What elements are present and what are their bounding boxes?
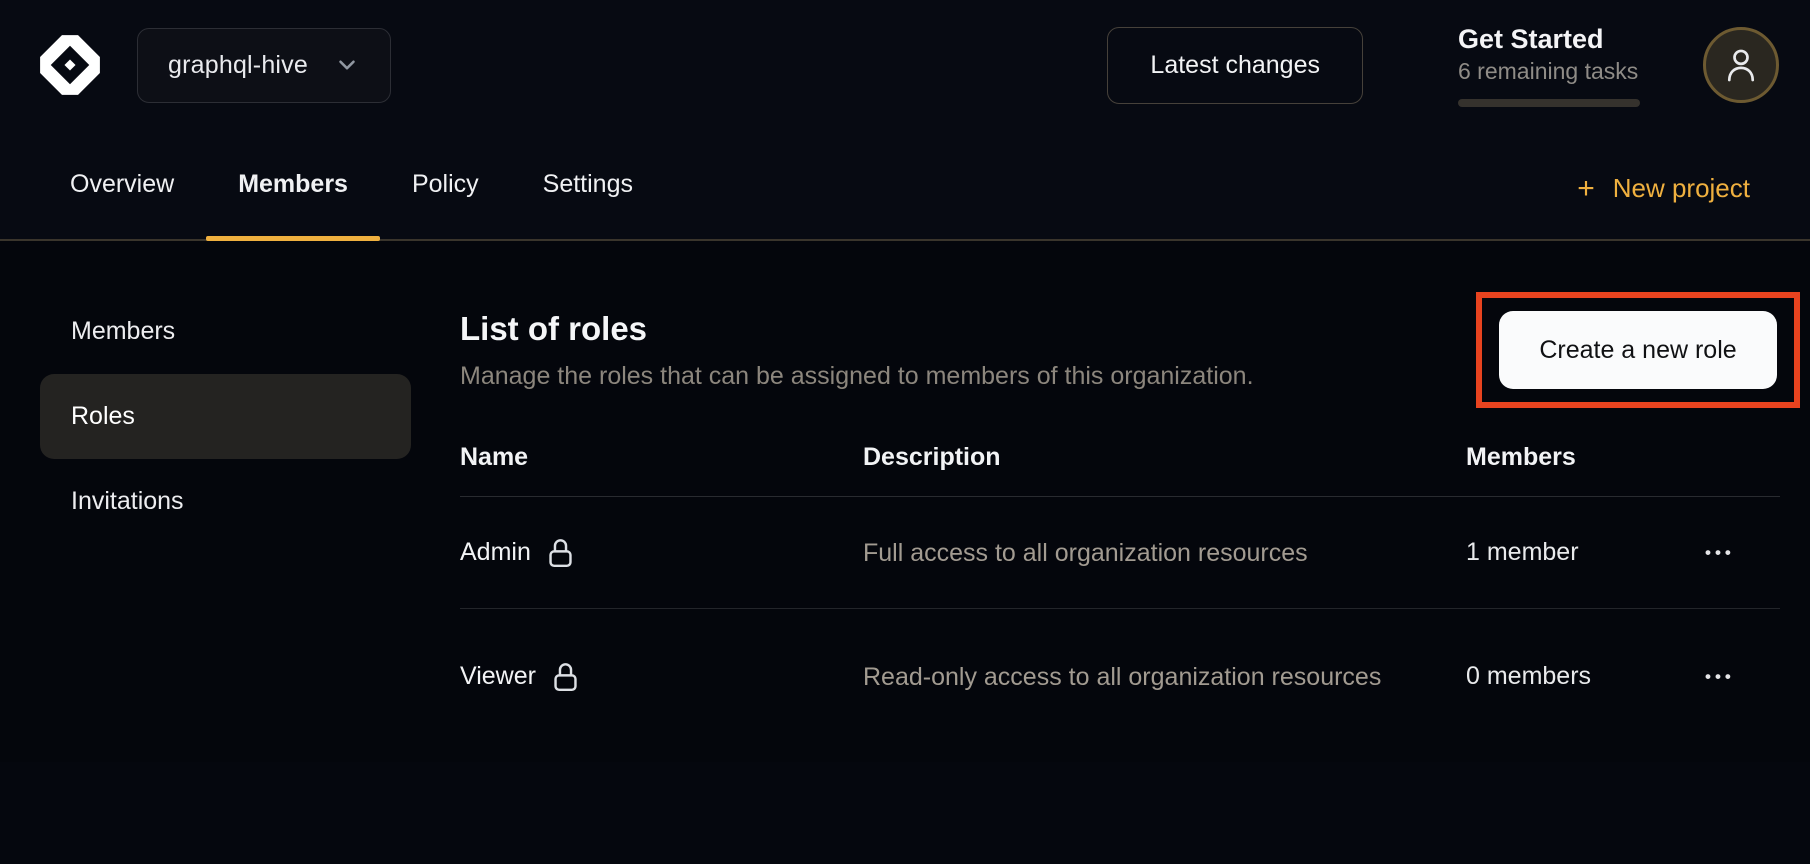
get-started-remaining-tasks: 6 remaining tasks: [1458, 57, 1640, 85]
get-started-title: Get Started: [1458, 23, 1640, 55]
page: graphql-hive Latest changes Get Started …: [0, 0, 1810, 864]
org-tab-bar: Overview Members Policy Settings + New p…: [0, 130, 1810, 241]
row-menu-button[interactable]: •••: [1703, 662, 1737, 691]
tab-policy[interactable]: Policy: [380, 130, 511, 239]
person-icon: [1722, 46, 1760, 84]
top-bar: graphql-hive Latest changes Get Started …: [0, 0, 1810, 130]
plus-icon: +: [1577, 174, 1595, 204]
role-description: Read-only access to all organization res…: [863, 661, 1466, 693]
lock-icon: [547, 537, 574, 568]
organization-name: graphql-hive: [168, 51, 308, 80]
sidebar-item-invitations[interactable]: Invitations: [40, 459, 411, 544]
table-row-viewer: Viewer Read-only access to all organizat…: [460, 609, 1780, 744]
role-members-count: 1 member: [1466, 538, 1703, 567]
role-name: Admin: [460, 538, 531, 567]
chevron-down-icon: [334, 52, 360, 78]
tabs: Overview Members Policy Settings: [38, 130, 665, 239]
sidebar-item-roles[interactable]: Roles: [40, 374, 411, 459]
tab-members[interactable]: Members: [206, 130, 380, 239]
sidebar-item-members[interactable]: Members: [40, 289, 411, 374]
table-row-admin: Admin Full access to all organization re…: [460, 497, 1780, 609]
row-menu-button[interactable]: •••: [1703, 538, 1737, 567]
new-project-label: New project: [1613, 173, 1750, 204]
role-description: Full access to all organization resource…: [863, 537, 1466, 569]
column-header-description: Description: [863, 443, 1466, 472]
hive-logo-icon[interactable]: [35, 30, 105, 100]
role-name: Viewer: [460, 662, 536, 691]
get-started-widget[interactable]: Get Started 6 remaining tasks: [1458, 23, 1640, 107]
user-avatar[interactable]: [1703, 27, 1779, 103]
lock-icon: [552, 661, 579, 692]
latest-changes-button[interactable]: Latest changes: [1107, 27, 1363, 104]
column-header-name: Name: [460, 443, 863, 472]
organization-selector[interactable]: graphql-hive: [137, 28, 391, 103]
column-header-members: Members: [1466, 443, 1703, 472]
create-new-role-button[interactable]: Create a new role: [1499, 311, 1777, 389]
tab-settings[interactable]: Settings: [511, 130, 665, 239]
tab-overview[interactable]: Overview: [38, 130, 206, 239]
role-members-count: 0 members: [1466, 662, 1703, 691]
new-project-button[interactable]: + New project: [1577, 130, 1750, 239]
annotation-highlight-box: Create a new role: [1476, 292, 1800, 408]
table-header-row: Name Description Members: [460, 419, 1780, 497]
role-name-cell: Admin: [460, 537, 863, 568]
members-sidebar: Members Roles Invitations: [0, 241, 420, 762]
roles-table: Name Description Members Admin: [460, 419, 1780, 744]
get-started-progress-bar: [1458, 99, 1640, 107]
role-name-cell: Viewer: [460, 661, 863, 692]
